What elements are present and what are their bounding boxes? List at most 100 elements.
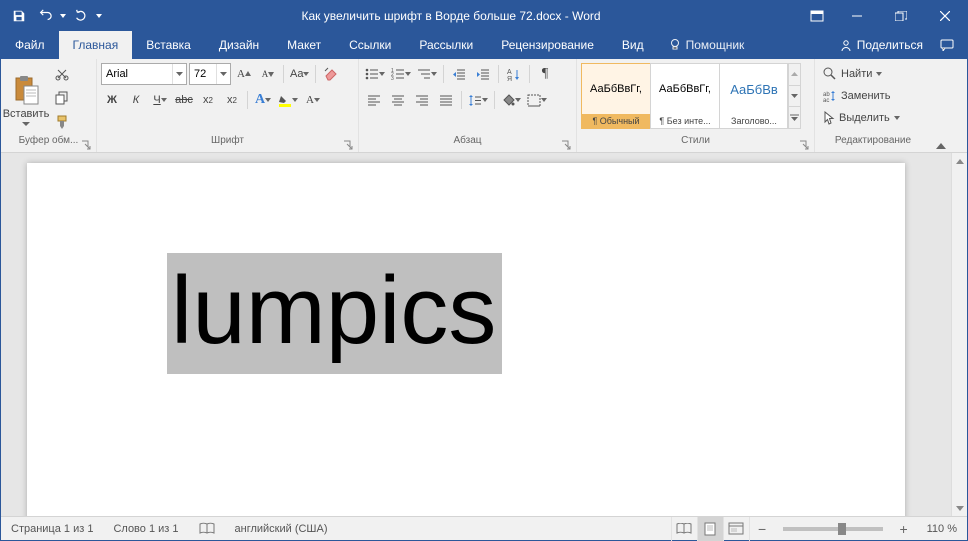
style-preview: АаБбВвГг, bbox=[651, 64, 719, 114]
clipboard-launcher[interactable] bbox=[80, 140, 91, 151]
vertical-scrollbar[interactable] bbox=[951, 153, 967, 516]
zoom-level[interactable]: 110 % bbox=[917, 523, 967, 535]
cut-button[interactable] bbox=[51, 63, 73, 85]
clear-formatting-button[interactable] bbox=[320, 63, 342, 85]
separator bbox=[498, 65, 499, 83]
text-effects-button[interactable]: A bbox=[252, 89, 274, 111]
outdent-icon bbox=[452, 68, 466, 80]
status-proofing[interactable] bbox=[189, 517, 225, 540]
grow-font-button[interactable]: A bbox=[233, 63, 255, 85]
selected-text[interactable]: lumpics bbox=[167, 253, 502, 374]
font-name-combo[interactable]: Arial bbox=[101, 63, 187, 85]
paragraph-launcher[interactable] bbox=[560, 140, 571, 151]
comments-button[interactable] bbox=[933, 30, 961, 60]
font-size-combo[interactable]: 72 bbox=[189, 63, 231, 85]
decrease-indent-button[interactable] bbox=[448, 63, 470, 85]
collapse-ribbon-button[interactable] bbox=[931, 59, 951, 152]
gallery-scroll-down[interactable] bbox=[788, 86, 800, 108]
line-spacing-button[interactable] bbox=[466, 89, 490, 111]
zoom-in-button[interactable]: + bbox=[891, 517, 917, 541]
shrink-font-button[interactable]: A bbox=[257, 63, 279, 85]
italic-button[interactable]: К bbox=[125, 89, 147, 111]
shading-button[interactable] bbox=[499, 89, 523, 111]
highlight-button[interactable] bbox=[276, 89, 300, 111]
scroll-track[interactable] bbox=[952, 169, 967, 500]
find-button[interactable]: Найти bbox=[819, 63, 927, 85]
tab-home[interactable]: Главная bbox=[59, 31, 133, 59]
tab-view[interactable]: Вид bbox=[608, 31, 658, 59]
multilevel-list-button[interactable] bbox=[415, 63, 439, 85]
align-center-button[interactable] bbox=[387, 89, 409, 111]
group-label-styles: Стили bbox=[581, 135, 810, 152]
zoom-out-button[interactable]: − bbox=[749, 517, 775, 541]
tab-file[interactable]: Файл bbox=[1, 31, 59, 59]
bullets-button[interactable] bbox=[363, 63, 387, 85]
sort-button[interactable]: AЯ bbox=[503, 63, 525, 85]
view-read-mode[interactable] bbox=[671, 517, 697, 541]
maximize-button[interactable] bbox=[879, 1, 923, 31]
style-no-spacing[interactable]: АаБбВвГг, ¶ Без инте... bbox=[650, 63, 720, 129]
align-left-button[interactable] bbox=[363, 89, 385, 111]
undo-button[interactable] bbox=[33, 4, 57, 28]
undo-dropdown[interactable] bbox=[59, 5, 67, 27]
redo-button[interactable] bbox=[69, 4, 93, 28]
font-launcher[interactable] bbox=[342, 140, 353, 151]
select-button[interactable]: Выделить bbox=[819, 107, 927, 129]
number-list-icon: 123 bbox=[391, 68, 405, 80]
tell-me-search[interactable]: Помощник bbox=[658, 31, 755, 59]
highlighter-icon bbox=[278, 93, 292, 107]
strikethrough-button[interactable]: abc bbox=[173, 89, 195, 111]
copy-button[interactable] bbox=[51, 87, 73, 109]
tab-references[interactable]: Ссылки bbox=[335, 31, 405, 59]
format-painter-button[interactable] bbox=[51, 111, 73, 133]
superscript-button[interactable]: x2 bbox=[221, 89, 243, 111]
save-button[interactable] bbox=[7, 4, 31, 28]
ribbon-display-options-button[interactable] bbox=[799, 1, 835, 31]
status-language[interactable]: английский (США) bbox=[225, 517, 338, 540]
scroll-up-button[interactable] bbox=[952, 153, 967, 169]
tab-design[interactable]: Дизайн bbox=[205, 31, 273, 59]
view-print-layout[interactable] bbox=[697, 517, 723, 541]
zoom-slider[interactable] bbox=[783, 527, 883, 531]
page[interactable]: lumpics bbox=[27, 163, 905, 516]
replace-button[interactable]: abac Заменить bbox=[819, 85, 927, 107]
window-title: Как увеличить шрифт в Ворде больше 72.do… bbox=[103, 9, 799, 23]
tab-mailings[interactable]: Рассылки bbox=[405, 31, 487, 59]
select-label: Выделить bbox=[839, 112, 890, 124]
status-words[interactable]: Слово 1 из 1 bbox=[103, 517, 188, 540]
gallery-scroll-up[interactable] bbox=[788, 64, 800, 86]
align-right-button[interactable] bbox=[411, 89, 433, 111]
close-button[interactable] bbox=[923, 1, 967, 31]
document-viewport[interactable]: lumpics bbox=[1, 153, 951, 516]
borders-button[interactable] bbox=[525, 89, 549, 111]
subscript-button[interactable]: x2 bbox=[197, 89, 219, 111]
paste-button[interactable]: Вставить bbox=[5, 61, 47, 135]
tab-review[interactable]: Рецензирование bbox=[487, 31, 608, 59]
justify-button[interactable] bbox=[435, 89, 457, 111]
svg-text:2: 2 bbox=[391, 72, 394, 78]
style-normal[interactable]: АаБбВвГг, ¶ Обычный bbox=[581, 63, 651, 129]
bold-button[interactable]: Ж bbox=[101, 89, 123, 111]
tab-insert[interactable]: Вставка bbox=[132, 31, 205, 59]
share-button[interactable]: Поделиться bbox=[839, 38, 923, 52]
scroll-down-button[interactable] bbox=[952, 500, 967, 516]
change-case-button[interactable]: Aa bbox=[288, 63, 311, 85]
tab-layout[interactable]: Макет bbox=[273, 31, 335, 59]
style-name: ¶ Обычный bbox=[582, 114, 650, 128]
multilevel-list-icon bbox=[417, 68, 431, 80]
gallery-more[interactable] bbox=[788, 107, 800, 128]
increase-indent-button[interactable] bbox=[472, 63, 494, 85]
font-color-button[interactable]: A bbox=[302, 89, 324, 111]
style-heading1[interactable]: АаБбВв Заголово... bbox=[719, 63, 789, 129]
zoom-thumb[interactable] bbox=[838, 523, 846, 535]
separator bbox=[315, 65, 316, 83]
status-page[interactable]: Страница 1 из 1 bbox=[1, 517, 103, 540]
qat-customize-dropdown[interactable] bbox=[95, 5, 103, 27]
minimize-button[interactable] bbox=[835, 1, 879, 31]
align-left-icon bbox=[367, 94, 381, 106]
view-web-layout[interactable] bbox=[723, 517, 749, 541]
underline-button[interactable]: Ч bbox=[149, 89, 171, 111]
numbering-button[interactable]: 123 bbox=[389, 63, 413, 85]
styles-launcher[interactable] bbox=[798, 140, 809, 151]
show-marks-button[interactable]: ¶ bbox=[534, 63, 556, 85]
